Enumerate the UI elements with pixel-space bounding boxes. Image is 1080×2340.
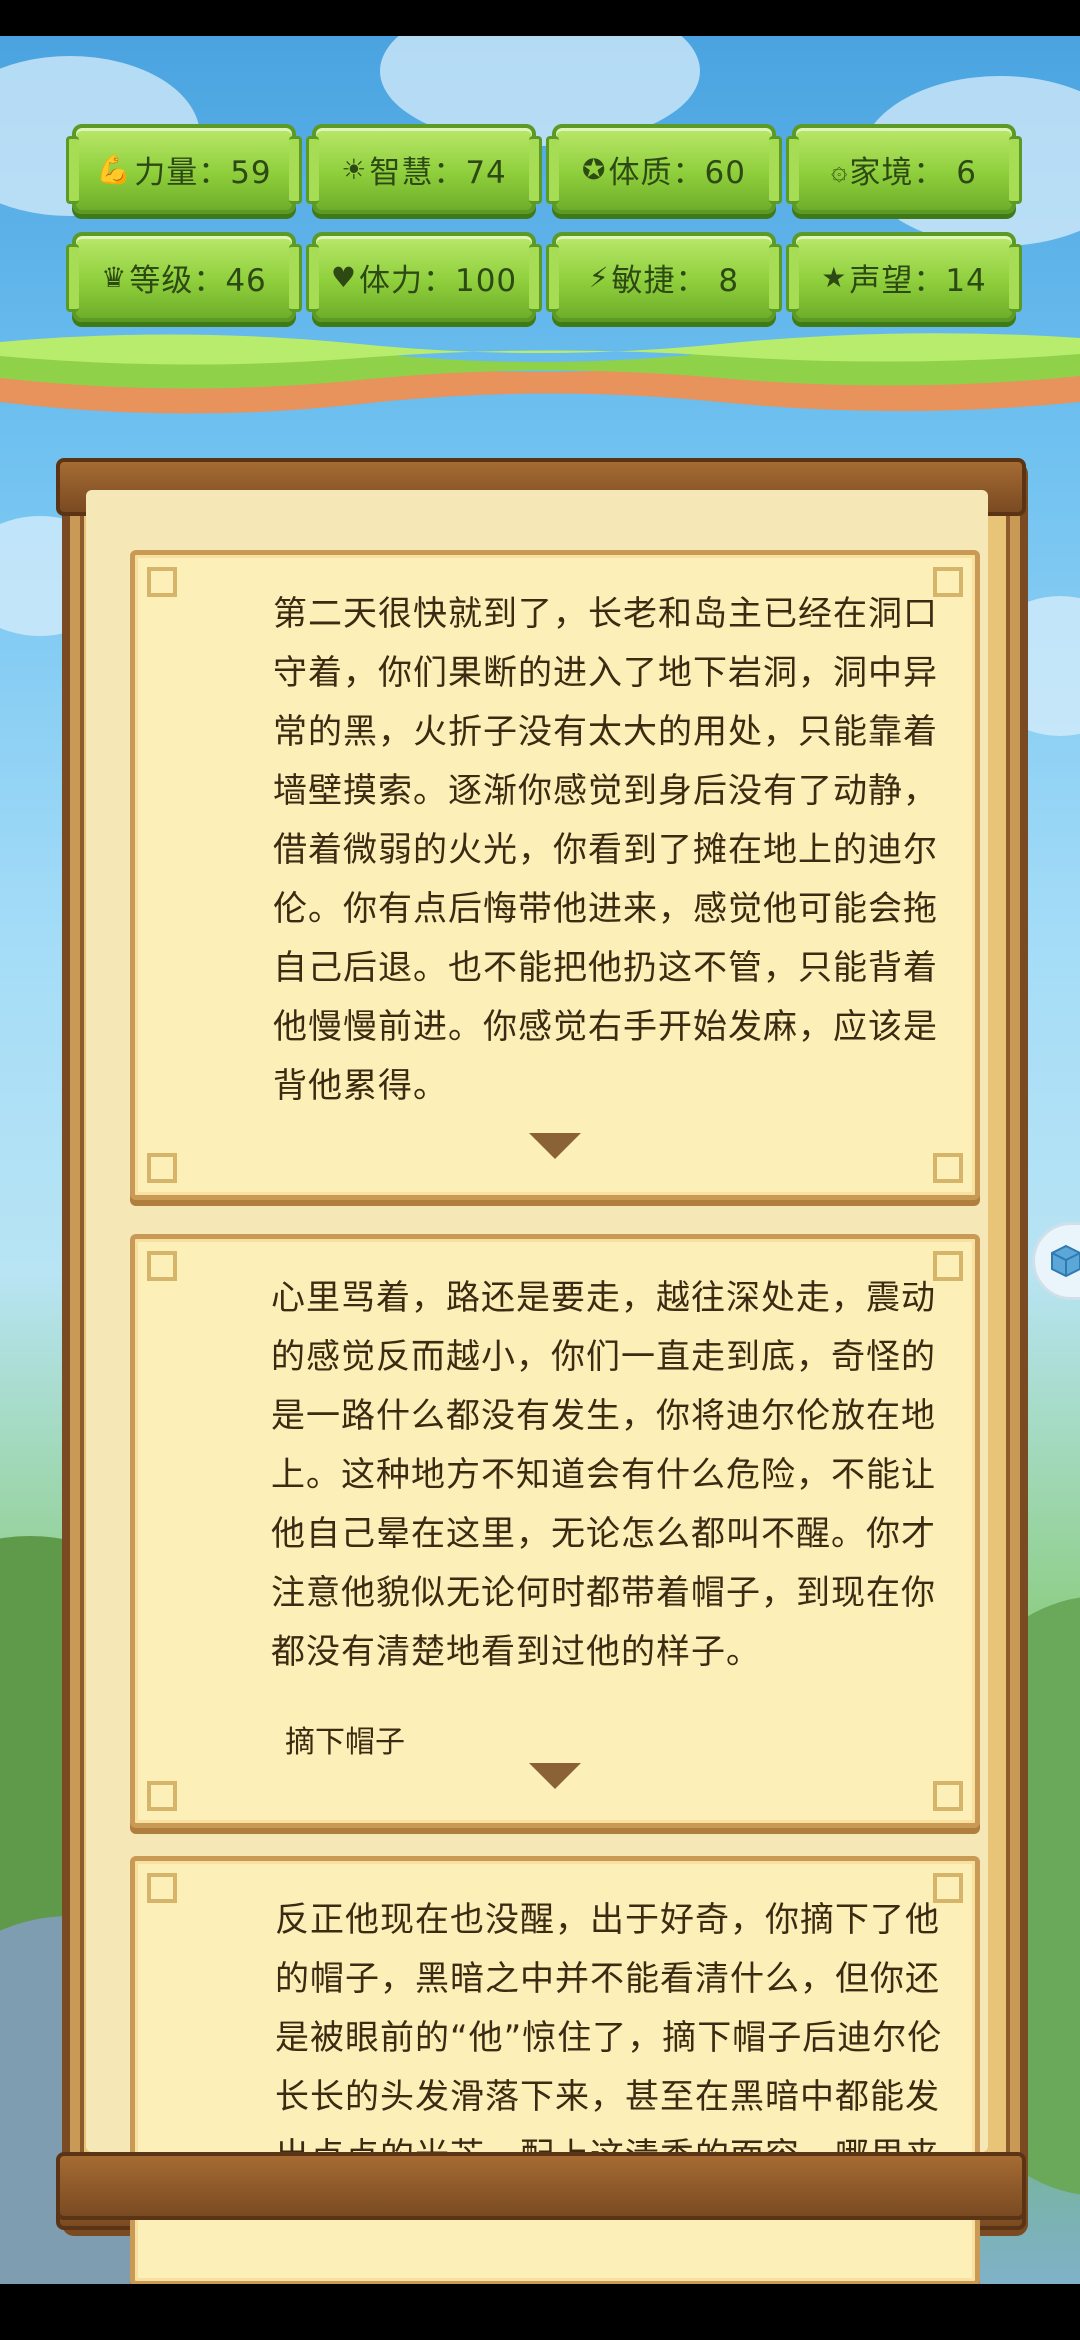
stat-strength: 💪 力量：59 bbox=[66, 124, 302, 214]
expand-arrow-icon[interactable] bbox=[529, 1133, 581, 1159]
stat-reputation: ★ 声望：14 bbox=[786, 232, 1022, 322]
story-card-3: 反正他现在也没醒，出于好奇，你摘下了他的帽子，黑暗之中并不能看清什么，但你还是被… bbox=[130, 1856, 980, 2286]
stat-stamina: ♥ 体力：100 bbox=[306, 232, 542, 322]
cube-icon bbox=[1051, 1244, 1080, 1278]
story-card-2: 心里骂着，路还是要走，越往深处走，震动的感觉反而越小，你们一直走到底，奇怪的是一… bbox=[130, 1234, 980, 1828]
choice-remove-hat[interactable]: 摘下帽子 bbox=[285, 1717, 405, 1761]
status-bar bbox=[0, 0, 1080, 36]
wisdom-icon: ☀ bbox=[341, 152, 368, 186]
navigation-bar bbox=[0, 2284, 1080, 2340]
constitution-icon: ✪ bbox=[582, 152, 607, 186]
star-icon: ★ bbox=[821, 260, 848, 294]
stat-family: ۞ 家境： 6 bbox=[786, 124, 1022, 214]
scroll-rod-bottom-front bbox=[56, 2152, 1026, 2220]
story-text-1: 第二天很快就到了，长老和岛主已经在洞口守着，你们果断的进入了地下岩洞，洞中异常的… bbox=[273, 594, 938, 1106]
stat-agility: ⚡ 敏捷： 8 bbox=[546, 232, 782, 322]
grass-border bbox=[0, 333, 1080, 414]
expand-arrow-icon[interactable] bbox=[529, 1763, 581, 1789]
lightning-icon: ⚡ bbox=[588, 260, 610, 294]
heart-icon: ♥ bbox=[330, 260, 357, 294]
stat-constitution: ✪ 体质：60 bbox=[546, 124, 782, 214]
stats-panel: 💪 力量：59 ☀ 智慧：74 ✪ 体质：60 ۞ 家境： 6 ♛ 等级：46 ♥ 体力：1… bbox=[66, 90, 1022, 322]
family-icon: ۞ bbox=[831, 152, 848, 186]
story-card-1: 第二天很快就到了，长老和岛主已经在洞口守着，你们果断的进入了地下岩洞，洞中异常的… bbox=[130, 550, 980, 1200]
story-text-3: 反正他现在也没醒，出于好奇，你摘下了他的帽子，黑暗之中并不能看清什么，但你还是被… bbox=[275, 1900, 943, 2176]
stat-wisdom: ☀ 智慧：74 bbox=[306, 124, 542, 214]
stat-level: ♛ 等级：46 bbox=[66, 232, 302, 322]
crown-icon: ♛ bbox=[101, 260, 128, 294]
story-text-2: 心里骂着，路还是要走，越往深处走，震动的感觉反而越小，你们一直走到底，奇怪的是一… bbox=[271, 1278, 936, 1672]
strength-icon: 💪 bbox=[96, 152, 133, 186]
